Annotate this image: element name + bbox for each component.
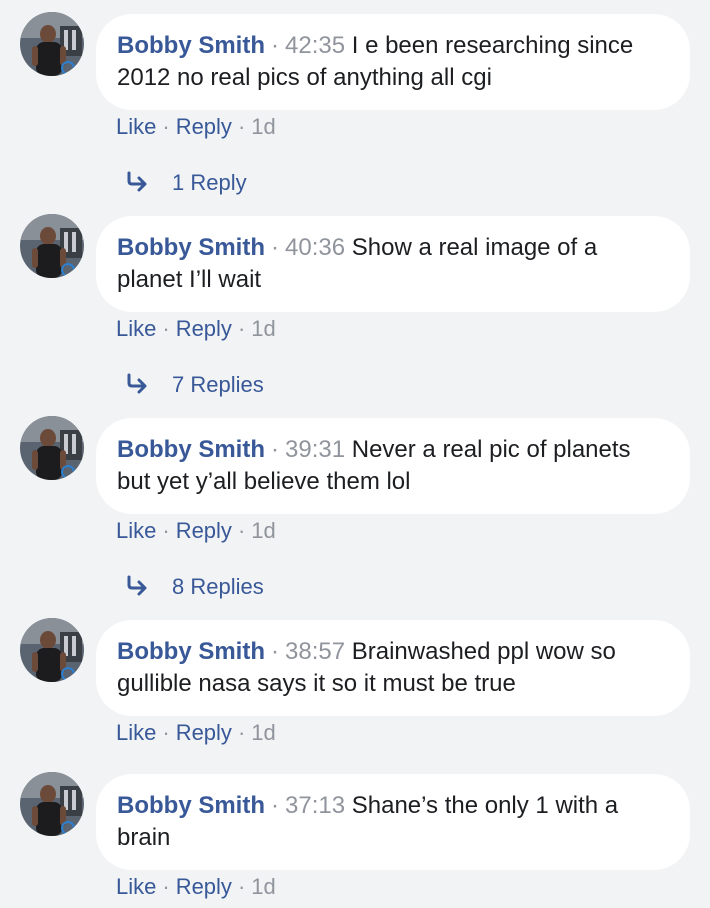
avatar-photo xyxy=(20,12,84,76)
action-separator: · xyxy=(162,720,170,745)
meta-separator: · xyxy=(271,638,279,665)
comment-actions: Like · Reply · 1d xyxy=(116,113,276,141)
comment-actions: Like · Reply · 1d xyxy=(116,719,276,747)
replies-count-label: 8 Replies xyxy=(172,574,264,599)
view-replies-link[interactable]: 8 Replies xyxy=(126,573,264,601)
action-separator: · xyxy=(162,316,170,341)
like-button[interactable]: Like xyxy=(116,316,156,341)
action-separator: · xyxy=(162,874,170,899)
reply-arrow-icon xyxy=(127,171,147,192)
replies-count-label: 7 Replies xyxy=(172,372,264,397)
avatar[interactable] xyxy=(20,618,84,682)
comment-actions: Like · Reply · 1d xyxy=(116,517,276,545)
comment-age[interactable]: 1d xyxy=(251,114,275,139)
view-replies-link[interactable]: 7 Replies xyxy=(126,371,264,399)
meta-separator: · xyxy=(271,32,279,59)
like-button[interactable]: Like xyxy=(116,518,156,543)
meta-separator: · xyxy=(271,234,279,261)
action-separator: · xyxy=(162,114,170,139)
comment-bubble: Bobby Smith · 40:36 Show a real image of a… xyxy=(96,216,690,312)
comment-age[interactable]: 1d xyxy=(251,316,275,341)
comment-bubble: Bobby Smith · 38:57 Brainwashed ppl wow so… xyxy=(96,620,690,716)
comment-bubble: Bobby Smith · 39:31 Never a real pic of pl… xyxy=(96,418,690,514)
avatar-photo xyxy=(20,416,84,480)
avatar-photo xyxy=(20,772,84,836)
comment-age[interactable]: 1d xyxy=(251,874,275,899)
action-separator: · xyxy=(162,518,170,543)
like-button[interactable]: Like xyxy=(116,874,156,899)
reply-button[interactable]: Reply xyxy=(176,874,232,899)
comment-timestamp[interactable]: 42:35 xyxy=(285,32,345,59)
reply-arrow-icon xyxy=(127,373,147,394)
reply-button[interactable]: Reply xyxy=(176,518,232,543)
comment-author[interactable]: Bobby Smith xyxy=(117,234,265,261)
reply-button[interactable]: Reply xyxy=(176,114,232,139)
comment-author[interactable]: Bobby Smith xyxy=(117,32,265,59)
comment-age[interactable]: 1d xyxy=(251,720,275,745)
reply-button[interactable]: Reply xyxy=(176,720,232,745)
avatar[interactable] xyxy=(20,214,84,278)
action-separator: · xyxy=(237,114,246,139)
comment-timestamp[interactable]: 38:57 xyxy=(285,638,345,665)
comment-actions: Like · Reply · 1d xyxy=(116,873,276,901)
reply-button[interactable]: Reply xyxy=(176,316,232,341)
like-button[interactable]: Like xyxy=(116,720,156,745)
comment-author[interactable]: Bobby Smith xyxy=(117,436,265,463)
action-separator: · xyxy=(237,874,246,899)
avatar-photo xyxy=(20,214,84,278)
comment-actions: Like · Reply · 1d xyxy=(116,315,276,343)
action-separator: · xyxy=(237,720,246,745)
avatar[interactable] xyxy=(20,12,84,76)
comment-author[interactable]: Bobby Smith xyxy=(117,792,265,819)
view-replies-link[interactable]: 1 Reply xyxy=(126,169,247,197)
comment-bubble: Bobby Smith · 37:13 Shane’s the only 1 wit… xyxy=(96,774,690,870)
comment-timestamp[interactable]: 39:31 xyxy=(285,436,345,463)
action-separator: · xyxy=(237,316,246,341)
avatar[interactable] xyxy=(20,772,84,836)
comment-age[interactable]: 1d xyxy=(251,518,275,543)
meta-separator: · xyxy=(271,436,279,463)
avatar-photo xyxy=(20,618,84,682)
comment-bubble: Bobby Smith · 42:35 I e been researching s… xyxy=(96,14,690,110)
reply-arrow-icon xyxy=(127,575,147,596)
comment-timestamp[interactable]: 40:36 xyxy=(285,234,345,261)
comment-timestamp[interactable]: 37:13 xyxy=(285,792,345,819)
avatar[interactable] xyxy=(20,416,84,480)
comment-author[interactable]: Bobby Smith xyxy=(117,638,265,665)
like-button[interactable]: Like xyxy=(116,114,156,139)
replies-count-label: 1 Reply xyxy=(172,170,247,195)
action-separator: · xyxy=(237,518,246,543)
meta-separator: · xyxy=(271,792,279,819)
